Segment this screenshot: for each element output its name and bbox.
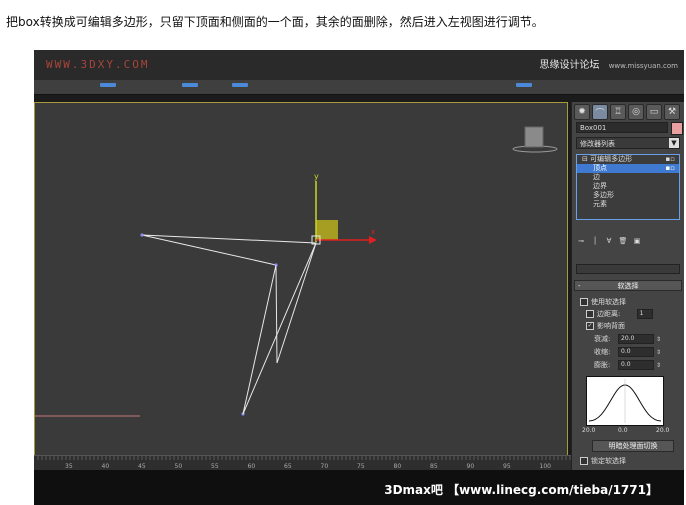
ruler-label: 65: [284, 463, 292, 470]
stack-item-label: 多边形: [593, 191, 614, 199]
ruler-label: 100: [540, 463, 552, 470]
timeline-ruler[interactable]: 35 40 45 50 55 60 65 70 75 80 85 90 95 100: [34, 455, 604, 470]
ruler-label: 60: [248, 463, 256, 470]
viewport-canvas: y x: [35, 126, 558, 417]
modifier-list-dropdown[interactable]: 修改器列表 ▼: [576, 137, 680, 149]
ruler-label: 55: [211, 463, 219, 470]
ruler-label: 90: [467, 463, 475, 470]
watermark-right: 思缘设计论坛 www.missyuan.com: [540, 56, 678, 71]
panel-tabs: ✹ ⌒ ♖ ◎ ▭ ⚒: [574, 104, 680, 120]
gizmo-y-label: y: [314, 172, 319, 181]
ruler-label: 50: [175, 463, 183, 470]
ruler-label: 80: [394, 463, 402, 470]
minus-icon[interactable]: ⊟: [582, 155, 588, 163]
ruler-label: 85: [430, 463, 438, 470]
falloff-curve-graph: [586, 376, 664, 426]
falloff-spinner[interactable]: 衰减: 20.0 ⇕: [594, 334, 661, 344]
max-screenshot: WWW.3DXY.COM 思缘设计论坛 www.missyuan.com y x: [34, 50, 684, 505]
polygon-edges-lower: [242, 242, 317, 415]
stack-item-polygon[interactable]: 多边形: [577, 191, 679, 200]
stack-item-label: 边界: [593, 182, 607, 190]
checkbox-icon[interactable]: [586, 310, 594, 318]
lock-soft-selection-checkbox[interactable]: 锁定软选择: [580, 456, 626, 466]
object-color-swatch[interactable]: [671, 122, 683, 135]
modifier-list-label: 修改器列表: [580, 140, 615, 148]
stack-item-label: 边: [593, 173, 600, 181]
spinner-arrows-icon[interactable]: ⇕: [656, 336, 661, 343]
toolbar-marker[interactable]: [232, 83, 248, 87]
checkmark-icon[interactable]: ✓: [586, 322, 594, 330]
dot-icon: ▪▫: [665, 164, 676, 172]
utilities-tab-icon[interactable]: ⚒: [664, 104, 680, 120]
affect-backfacing-checkbox[interactable]: ✓ 影响背面: [586, 321, 625, 331]
object-name-field[interactable]: Box001: [576, 122, 668, 133]
use-soft-selection-checkbox[interactable]: 使用软选择: [580, 297, 626, 307]
stack-item-element[interactable]: 元素: [577, 200, 679, 209]
toolbar-marker[interactable]: [516, 83, 532, 87]
curve-label-mid: 0.0: [618, 427, 628, 434]
dot-icon: ▪▫: [665, 155, 676, 163]
soft-selection-rollout-header[interactable]: - 软选择: [574, 280, 682, 291]
toolbar-marker[interactable]: [100, 83, 116, 87]
hierarchy-tab-icon[interactable]: ♖: [610, 104, 626, 120]
create-tab-icon[interactable]: ✹: [574, 104, 590, 120]
stack-item-edge[interactable]: 边: [577, 173, 679, 182]
gizmo-plane-handle[interactable]: [316, 220, 338, 240]
spinner-arrows-icon[interactable]: ⇕: [656, 349, 661, 356]
bubble-spinner[interactable]: 膨胀: 0.0 ⇕: [594, 360, 661, 370]
title-band: WWW.3DXY.COM 思缘设计论坛 www.missyuan.com: [34, 50, 684, 80]
ruler-label: 75: [357, 463, 365, 470]
empty-rollout-bar[interactable]: [576, 264, 680, 274]
pinch-spinner[interactable]: 收缩: 0.0 ⇕: [594, 347, 661, 357]
polygon-edges: [141, 234, 317, 364]
stack-item-label: 可编辑多边形: [590, 155, 633, 163]
instruction-caption: 把box转换成可编辑多边形，只留下顶面和侧面的一个面，其余的面删除，然后进入左视…: [6, 15, 544, 29]
configure-sets-icon[interactable]: ▣: [632, 236, 642, 246]
edge-distance-checkbox[interactable]: 边距离: 1: [586, 309, 653, 319]
spinner-arrows-icon[interactable]: ⇕: [656, 362, 661, 369]
chevron-down-icon[interactable]: ▼: [669, 138, 679, 148]
ruler-canvas: 35 40 45 50 55 60 65 70 75 80 85 90 95 100: [37, 456, 595, 470]
motion-tab-icon[interactable]: ◎: [628, 104, 644, 120]
watermark-left: WWW.3DXY.COM: [46, 58, 150, 71]
ruler-label: 45: [138, 463, 146, 470]
stack-item-border[interactable]: 边界: [577, 182, 679, 191]
modifier-stack: ⊟ 可编辑多边形 ▪▫ 顶点 ▪▫ 边 边界 多边形 元素: [576, 154, 680, 220]
stack-item-editable-poly[interactable]: ⊟ 可编辑多边形 ▪▫: [577, 155, 679, 164]
remove-modifier-icon[interactable]: 🗑: [618, 236, 628, 246]
stack-tools: ⊸ │ ∀ 🗑 ▣: [576, 236, 680, 248]
checkbox-icon[interactable]: [580, 298, 588, 306]
watermark-right-title: 思缘设计论坛: [539, 60, 600, 71]
bottom-watermark-band: 3Dmax吧 【www.linecg.com/tieba/1771】: [34, 470, 684, 505]
ruler-label: 70: [321, 463, 329, 470]
collapse-icon[interactable]: -: [578, 281, 581, 291]
viewcube[interactable]: [512, 126, 558, 153]
vertex[interactable]: [140, 233, 144, 237]
stack-item-label: 顶点: [593, 164, 607, 172]
bottom-watermark: 3Dmax吧 【www.linecg.com/tieba/1771】: [384, 483, 658, 497]
toolbar-marker[interactable]: [182, 83, 198, 87]
watermark-right-url: www.missyuan.com: [608, 62, 678, 70]
ruler-label: 95: [503, 463, 511, 470]
curve-label-left: 20.0: [582, 427, 596, 434]
modify-tab-icon[interactable]: ⌒: [592, 104, 608, 120]
shaded-face-toggle-button[interactable]: 明暗处理面切换: [592, 440, 674, 452]
display-tab-icon[interactable]: ▭: [646, 104, 662, 120]
left-viewport[interactable]: y x: [34, 102, 568, 494]
make-unique-icon[interactable]: ∀: [604, 236, 614, 246]
gizmo-x-label: x: [371, 228, 375, 236]
stack-item-label: 元素: [593, 200, 607, 208]
curve-label-right: 20.0: [656, 427, 670, 434]
ruler-label: 40: [102, 463, 110, 470]
rollout-title: 软选择: [617, 282, 639, 290]
command-panel: ✹ ⌒ ♖ ◎ ▭ ⚒ Box001 修改器列表 ▼ ⊟ 可编辑多边形 ▪▫ 顶…: [571, 102, 684, 470]
stack-item-vertex[interactable]: 顶点 ▪▫: [577, 164, 679, 173]
ruler-label: 35: [65, 463, 73, 470]
edge-distance-value[interactable]: 1: [636, 309, 653, 319]
pin-stack-icon[interactable]: ⊸: [576, 236, 586, 246]
show-end-result-icon[interactable]: │: [590, 236, 600, 246]
gizmo-x-arrow[interactable]: [369, 236, 377, 244]
checkbox-icon[interactable]: [580, 457, 588, 465]
main-toolbar: [34, 80, 684, 95]
